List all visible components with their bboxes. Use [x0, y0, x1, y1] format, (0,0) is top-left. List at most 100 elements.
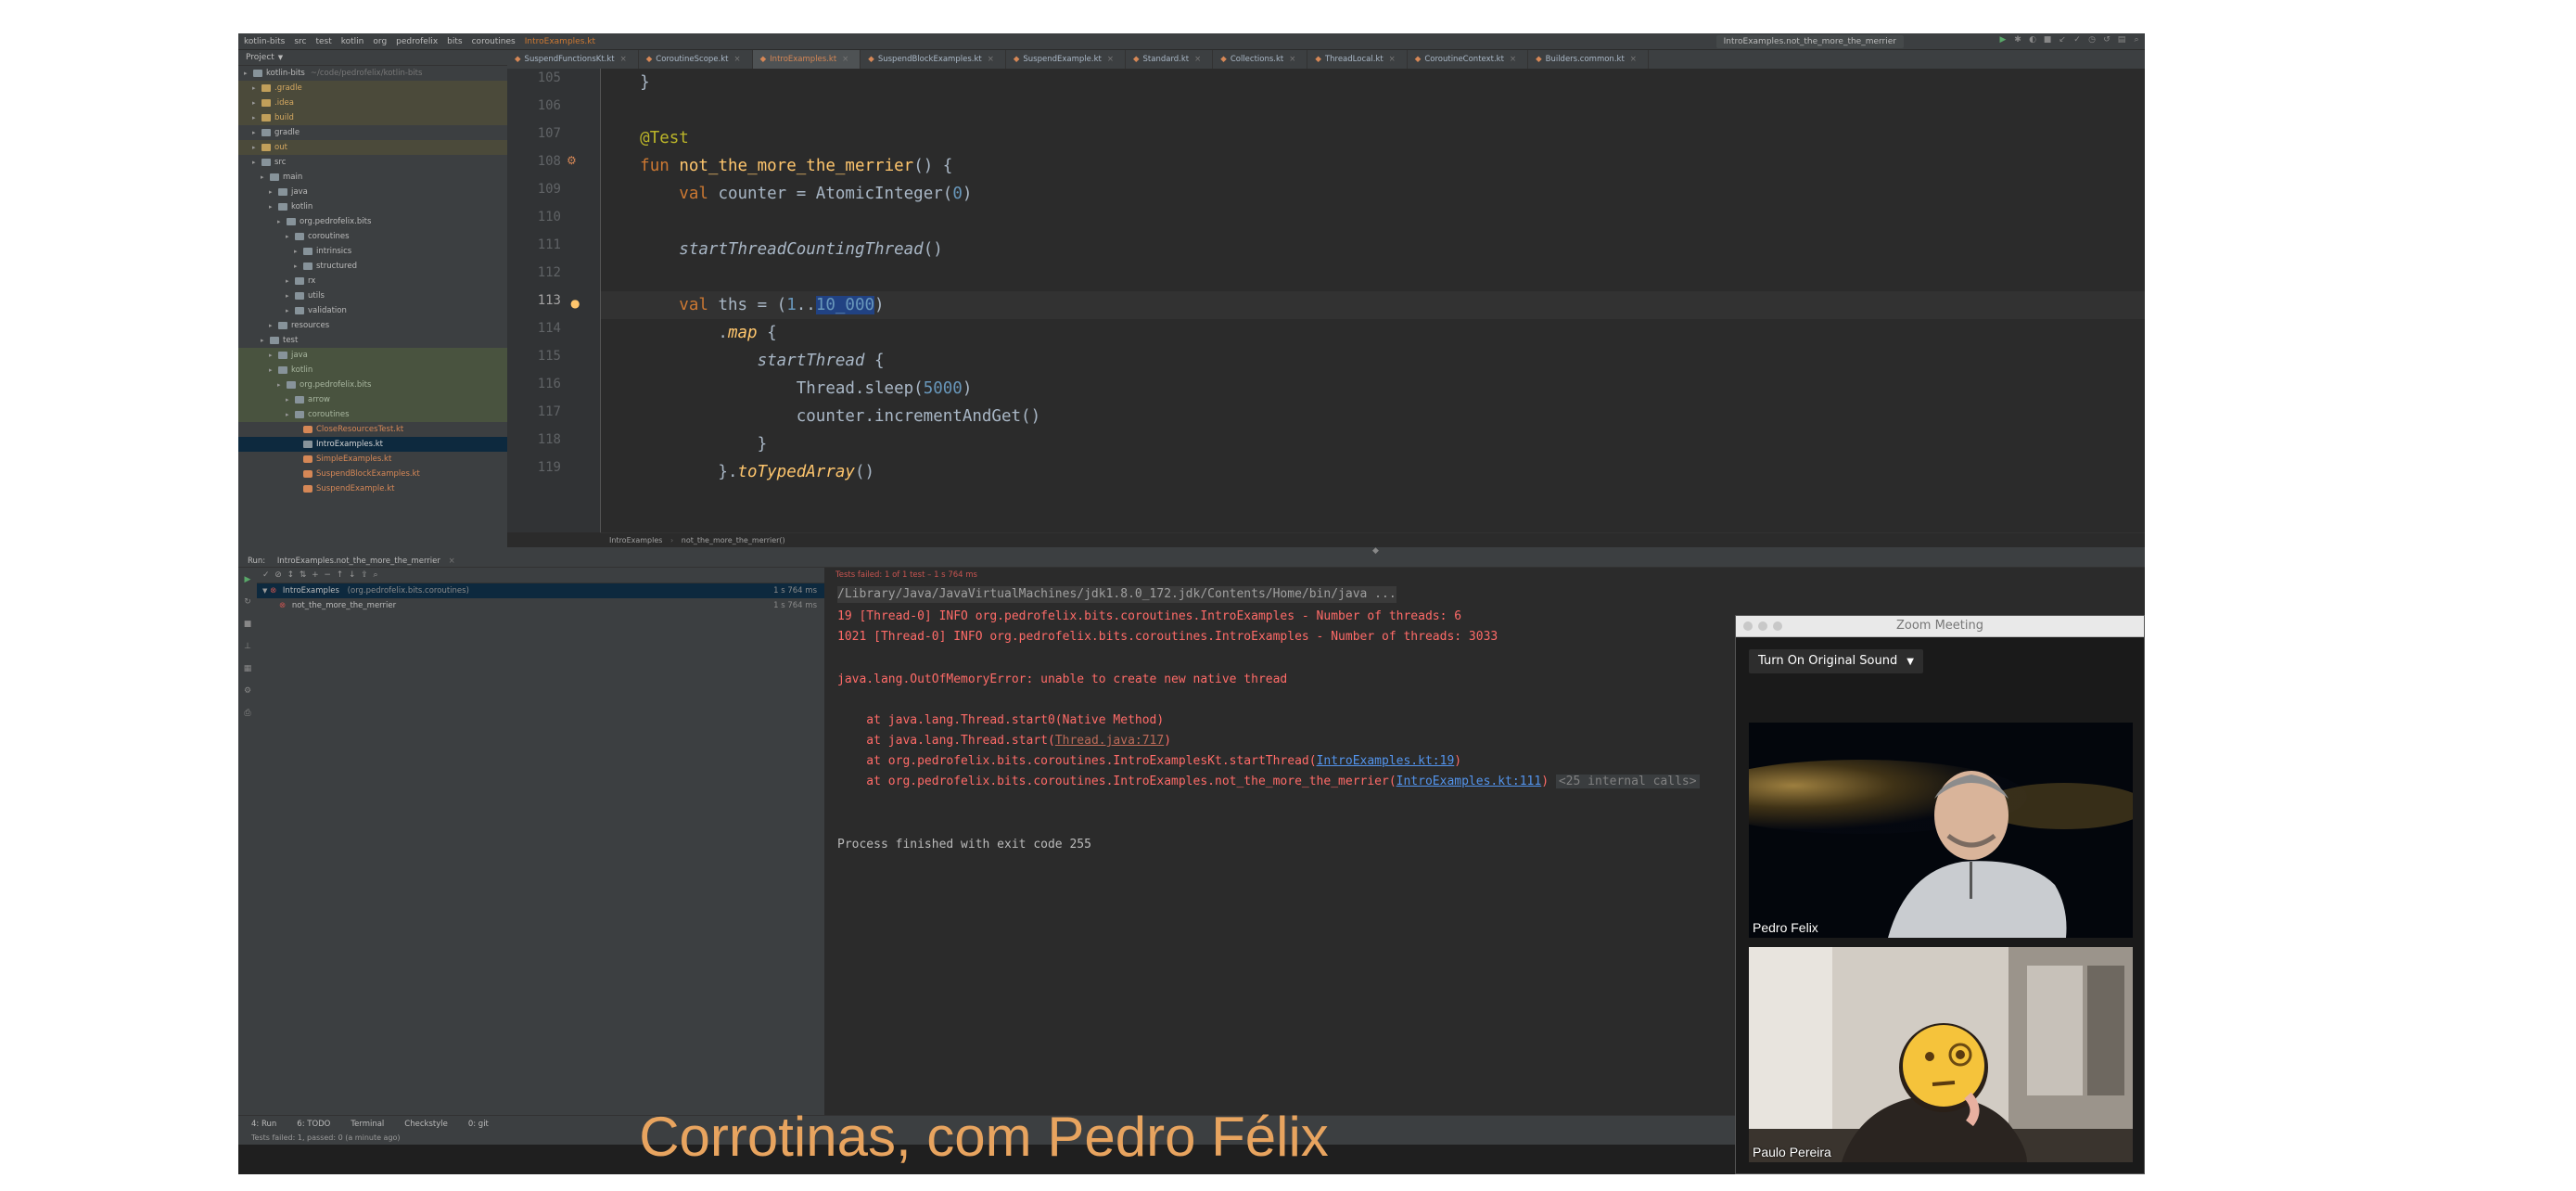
tree-item[interactable]: ▸ utils: [238, 288, 507, 303]
check-icon[interactable]: ✓: [262, 570, 270, 580]
stop-icon[interactable]: ■: [2043, 35, 2052, 45]
chevron-right-icon[interactable]: ▸: [269, 318, 278, 333]
stack-trace-link[interactable]: IntroExamples.kt:111: [1396, 775, 1542, 788]
run-configuration-select[interactable]: IntroExamples.not_the_more_the_merrier: [1715, 35, 1904, 48]
tree-item[interactable]: ▸ src: [238, 155, 507, 170]
chevron-right-icon[interactable]: ▸: [261, 333, 270, 348]
breadcrumb-project[interactable]: kotlin-bits: [244, 37, 285, 46]
tree-item[interactable]: ▸ org.pedrofelix.bits: [238, 214, 507, 229]
original-sound-button[interactable]: Turn On Original Sound ▼: [1749, 649, 1923, 673]
editor-tab[interactable]: ◆ CoroutineContext.kt ×: [1408, 50, 1529, 69]
stack-trace-link[interactable]: IntroExamples.kt:19: [1317, 754, 1455, 768]
tree-item[interactable]: CloseResourcesTest.kt: [238, 422, 507, 437]
breadcrumb-pedrofelix[interactable]: pedrofelix: [396, 37, 438, 46]
tree-item[interactable]: ▸ validation: [238, 303, 507, 318]
tree-item[interactable]: ▸ main: [238, 170, 507, 185]
tree-item[interactable]: ▸ coroutines: [238, 229, 507, 244]
settings-icon[interactable]: ⚙: [238, 686, 257, 696]
tree-item[interactable]: ▸ java: [238, 348, 507, 363]
search-icon[interactable]: ⌕: [374, 570, 378, 580]
sort-az-icon[interactable]: ↕: [287, 570, 295, 580]
editor-tab[interactable]: ◆ Standard.kt ×: [1126, 50, 1214, 69]
code-editor[interactable]: } @Test fun not_the_more_the_merrier() {…: [601, 69, 2145, 532]
pin-icon[interactable]: ⊥: [238, 642, 257, 651]
git-update-icon[interactable]: ↙: [2058, 35, 2067, 45]
participant-video-1[interactable]: Pedro Felix: [1749, 723, 2133, 938]
test-suite-row[interactable]: ▼ ⊗ IntroExamples (org.pedrofelix.bits.c…: [257, 583, 824, 598]
chevron-right-icon[interactable]: ▸: [286, 274, 295, 288]
tree-item[interactable]: ▸ kotlin: [238, 199, 507, 214]
participant-video-2[interactable]: Paulo Pereira: [1749, 947, 2133, 1162]
tree-item[interactable]: ▸ out: [238, 140, 507, 155]
chevron-right-icon[interactable]: ▸: [252, 155, 261, 170]
run-config-tab[interactable]: IntroExamples.not_the_more_the_merrier: [277, 557, 440, 566]
tree-item[interactable]: ▸ test: [238, 333, 507, 348]
debug-icon[interactable]: ✱: [2013, 35, 2022, 45]
breadcrumb-src[interactable]: src: [294, 37, 306, 46]
breadcrumb-bits[interactable]: bits: [447, 37, 462, 46]
tree-item[interactable]: ▸ intrinsics: [238, 244, 507, 259]
chevron-right-icon[interactable]: ▸: [252, 140, 261, 155]
chevron-right-icon[interactable]: ▸: [252, 125, 261, 140]
editor-tab[interactable]: ◆ SuspendExample.kt ×: [1006, 50, 1126, 69]
breadcrumb-org[interactable]: org: [373, 37, 387, 46]
chevron-right-icon[interactable]: ▸: [252, 96, 261, 110]
chevron-right-icon[interactable]: ▸: [286, 229, 295, 244]
editor-tab[interactable]: ◆ ThreadLocal.kt ×: [1307, 50, 1408, 69]
zoom-title-bar[interactable]: Zoom Meeting: [1736, 616, 2144, 637]
project-panel-header[interactable]: Project ▼: [238, 50, 507, 66]
chevron-right-icon[interactable]: ▸: [286, 392, 295, 407]
run-icon[interactable]: ▶: [1998, 35, 2008, 45]
tree-item[interactable]: ▸ org.pedrofelix.bits: [238, 378, 507, 392]
chevron-right-icon[interactable]: ▸: [261, 170, 270, 185]
close-tab-icon[interactable]: ×: [1107, 55, 1114, 64]
test-case-row[interactable]: ⊗ not_the_more_the_merrier 1 s 764 ms: [257, 598, 824, 613]
tree-item[interactable]: SuspendExample.kt: [238, 481, 507, 496]
chevron-right-icon[interactable]: ▸: [252, 110, 261, 125]
panel-splitter[interactable]: ◆: [238, 546, 2145, 556]
chevron-right-icon[interactable]: ▸: [286, 288, 295, 303]
rerun-failed-icon[interactable]: ↻: [238, 597, 257, 607]
coverage-icon[interactable]: ◐: [2028, 35, 2037, 45]
breadcrumb-method[interactable]: not_the_more_the_merrier(): [682, 536, 785, 544]
close-tab-icon[interactable]: ×: [1389, 55, 1396, 64]
chevron-right-icon[interactable]: ▸: [294, 244, 303, 259]
chevron-right-icon[interactable]: ▸: [277, 378, 287, 392]
chevron-right-icon[interactable]: ▸: [269, 348, 278, 363]
tree-item[interactable]: SuspendBlockExamples.kt: [238, 467, 507, 481]
editor-tab[interactable]: ◆ CoroutineScope.kt ×: [639, 50, 753, 69]
breadcrumb-test[interactable]: test: [315, 37, 331, 46]
editor-tab[interactable]: ◆ Collections.kt ×: [1213, 50, 1308, 69]
tree-item[interactable]: ▸ build: [238, 110, 507, 125]
chevron-right-icon[interactable]: ▸: [294, 259, 303, 274]
print-icon[interactable]: ⎙: [238, 709, 257, 718]
layout-icon[interactable]: ▦: [238, 664, 257, 673]
breadcrumb-kotlin[interactable]: kotlin: [341, 37, 364, 46]
rerun-icon[interactable]: ▶: [238, 575, 257, 584]
close-icon[interactable]: ×: [449, 557, 455, 566]
minimize-window-icon[interactable]: [1758, 621, 1767, 631]
stack-trace-link[interactable]: Thread.java:717: [1055, 734, 1164, 748]
chevron-right-icon[interactable]: ▸: [286, 303, 295, 318]
search-icon[interactable]: ⌕: [2132, 35, 2141, 45]
console-command[interactable]: /Library/Java/JavaVirtualMachines/jdk1.8…: [837, 586, 1396, 603]
lightbulb-icon[interactable]: ●: [570, 297, 580, 310]
close-tab-icon[interactable]: ×: [988, 55, 994, 64]
chevron-right-icon[interactable]: ▸: [269, 199, 278, 214]
tree-item[interactable]: ▸ resources: [238, 318, 507, 333]
tree-item[interactable]: ▸ java: [238, 185, 507, 199]
git-commit-icon[interactable]: ✓: [2072, 35, 2082, 45]
structure-icon[interactable]: ▤: [2117, 35, 2126, 45]
next-failed-icon[interactable]: ↓: [349, 570, 356, 580]
export-icon[interactable]: ⇪: [361, 570, 368, 580]
close-tab-icon[interactable]: ×: [1289, 55, 1295, 64]
sort-duration-icon[interactable]: ⇅: [300, 570, 307, 580]
close-tab-icon[interactable]: ×: [1630, 55, 1637, 64]
internal-calls-fold[interactable]: <25 internal calls>: [1555, 775, 1700, 788]
close-tab-icon[interactable]: ×: [1510, 55, 1516, 64]
editor-tab[interactable]: ◆ Builders.common.kt ×: [1528, 50, 1649, 69]
tree-item[interactable]: ▸ coroutines: [238, 407, 507, 422]
cancel-icon[interactable]: ⊘: [274, 570, 282, 580]
breadcrumb-class[interactable]: IntroExamples: [609, 536, 662, 544]
close-tab-icon[interactable]: ×: [734, 55, 741, 64]
